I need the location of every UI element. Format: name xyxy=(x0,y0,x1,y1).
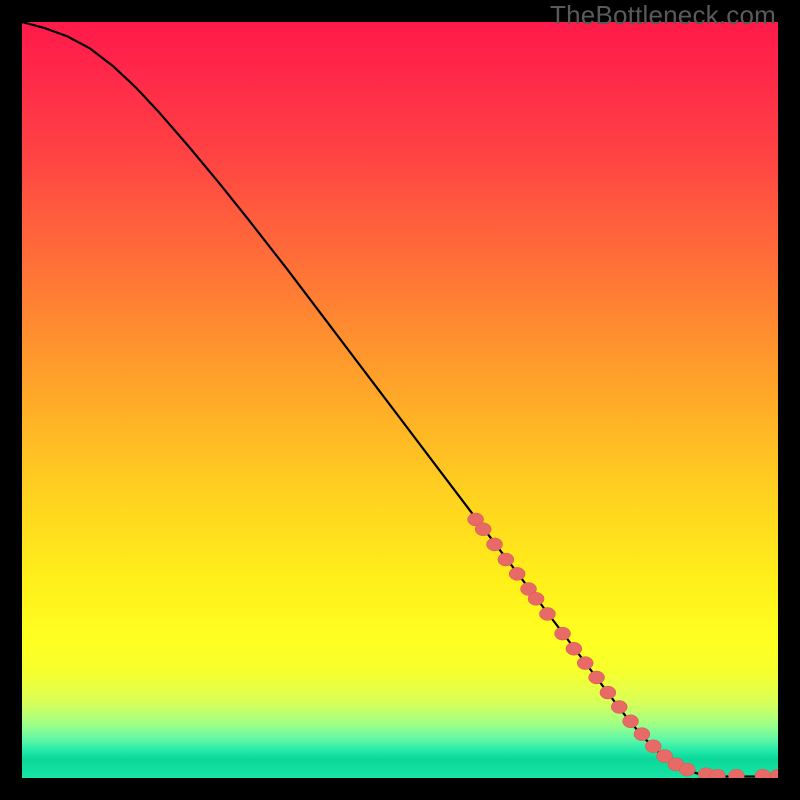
data-marker xyxy=(634,728,650,741)
data-marker xyxy=(539,607,555,620)
data-marker xyxy=(600,686,616,699)
data-marker xyxy=(645,740,661,753)
data-marker xyxy=(528,592,544,605)
data-marker xyxy=(623,715,639,728)
data-marker xyxy=(509,567,525,580)
marker-group xyxy=(468,513,778,778)
bottleneck-chart xyxy=(22,22,778,778)
data-marker xyxy=(755,769,771,778)
data-marker xyxy=(566,642,582,655)
data-marker xyxy=(577,657,593,670)
data-marker xyxy=(475,523,491,536)
data-marker xyxy=(555,627,571,640)
data-marker xyxy=(679,763,695,776)
watermark-label: TheBottleneck.com xyxy=(550,0,776,31)
data-marker xyxy=(728,769,744,778)
data-marker xyxy=(770,769,778,778)
curve-line xyxy=(22,22,778,776)
data-marker xyxy=(589,671,605,684)
data-marker xyxy=(611,700,627,713)
data-marker xyxy=(487,538,503,551)
data-marker xyxy=(498,553,514,566)
